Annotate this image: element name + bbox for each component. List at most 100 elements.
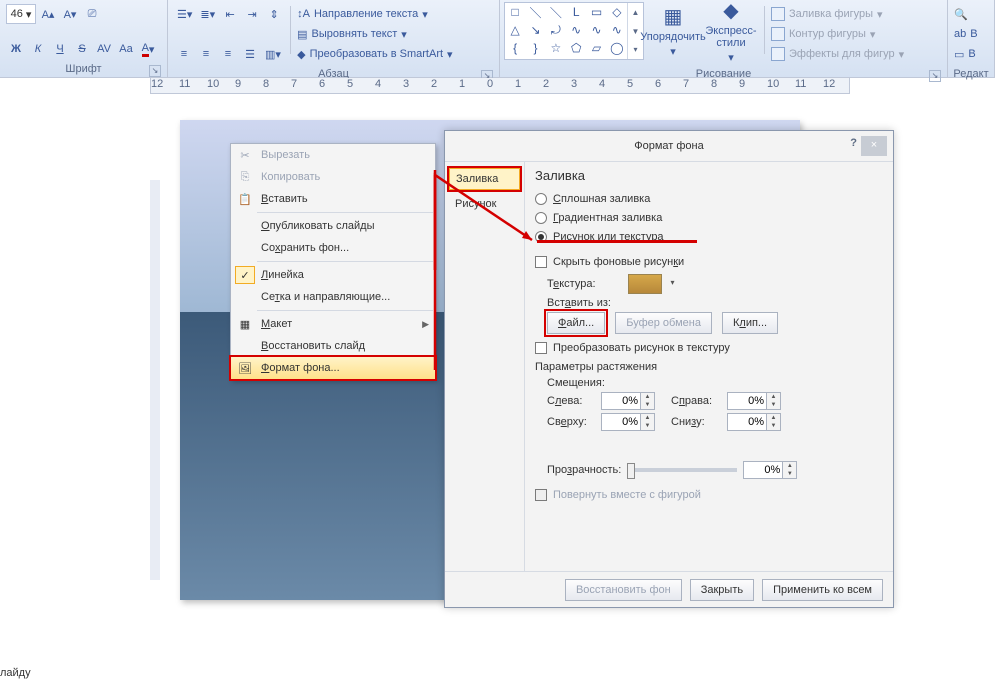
radio-gradient[interactable]: Градиентная заливка — [535, 208, 883, 227]
cm-grid[interactable]: Сетка и направляющие... — [231, 286, 435, 308]
check-icon: ✓ — [235, 266, 255, 284]
ribbon: 46 ▾ A▴ A▾ ⎚ Ж К Ч S AV Aa A▾ Шрифт↘ — [0, 0, 995, 78]
help-button[interactable]: ? — [850, 137, 857, 149]
text-direction-button[interactable]: ↕AНаправление текста ▾ — [297, 4, 452, 24]
shape-fill-button[interactable]: Заливка фигуры ▾ — [771, 4, 904, 24]
dialog-footer: Восстановить фон Закрыть Применить ко вс… — [445, 571, 893, 607]
copy-icon: ⎘ — [235, 168, 255, 186]
underline-button[interactable]: Ч — [50, 39, 70, 59]
cm-publish[interactable]: Опубликовать слайды — [231, 215, 435, 237]
font-color-button[interactable]: A▾ — [138, 39, 158, 59]
cm-paste[interactable]: 📋Вставить — [231, 188, 435, 210]
footer-text: лайду — [0, 667, 31, 679]
ribbon-group-paragraph: ☰▾ ≣▾ ⇤ ⇥ ⇕ ≡ ≡ ≡ ☰ ▥▾ ↕AНаправление тек… — [168, 0, 500, 77]
insert-from-label: Вставить из: — [547, 297, 883, 309]
justify-button[interactable]: ☰ — [240, 44, 260, 64]
align-text-button[interactable]: ▤Выровнять текст ▾ — [297, 24, 452, 44]
font-dialog-launcher[interactable]: ↘ — [149, 65, 161, 77]
apply-all-button[interactable]: Применить ко всем — [762, 579, 883, 601]
fill-icon — [771, 7, 785, 21]
bold-button[interactable]: Ж — [6, 39, 26, 59]
cm-restore[interactable]: Восстановить слайд — [231, 335, 435, 357]
reset-button[interactable]: Восстановить фон — [565, 579, 682, 601]
separator — [257, 310, 433, 311]
format-bg-icon: 🖼 — [235, 359, 255, 377]
quick-styles-button[interactable]: ◆Экспресс-стили▾ — [702, 2, 760, 60]
clipboard-button: Буфер обмена — [615, 312, 712, 334]
columns-button[interactable]: ▥▾ — [262, 44, 284, 64]
draw-dialog-launcher[interactable]: ↘ — [929, 70, 941, 82]
check-tile[interactable]: Преобразовать рисунок в текстуру — [535, 338, 883, 357]
shape-outline-button[interactable]: Контур фигуры ▾ — [771, 24, 904, 44]
texture-picker[interactable] — [628, 274, 662, 294]
cm-ruler[interactable]: ✓Линейка — [231, 264, 435, 286]
group-label-font: Шрифт↘ — [4, 61, 163, 77]
check-hide-bg[interactable]: Скрыть фоновые рисунки — [535, 252, 883, 271]
clipart-button[interactable]: Клип... — [722, 312, 778, 334]
italic-button[interactable]: К — [28, 39, 48, 59]
smartart-button[interactable]: ◆Преобразовать в SmartArt ▾ — [297, 44, 452, 64]
bullets-button[interactable]: ☰▾ — [174, 4, 195, 24]
replace-button[interactable]: abВ — [954, 24, 978, 44]
dialog-nav: Заливка Рисунок — [445, 162, 525, 571]
find-button[interactable]: 🔍 — [954, 4, 978, 24]
align-left-button[interactable]: ≡ — [174, 44, 194, 64]
text-direction-icon: ↕A — [297, 8, 310, 20]
smartart-icon: ◆ — [297, 48, 305, 61]
close-dialog-button[interactable]: Закрыть — [690, 579, 754, 601]
close-button[interactable]: × — [861, 136, 887, 156]
offset-right[interactable]: ▲▼ — [727, 392, 781, 410]
align-center-button[interactable]: ≡ — [196, 44, 216, 64]
cm-save-bg[interactable]: Сохранить фон... — [231, 237, 435, 259]
radio-picture[interactable]: Рисунок или текстура — [535, 227, 883, 246]
shape-effects-button[interactable]: Эффекты для фигур ▾ — [771, 44, 904, 64]
radio-solid[interactable]: Сплошная заливка — [535, 189, 883, 208]
horizontal-ruler[interactable]: 1211109876543210123456789101112 — [150, 78, 850, 94]
shrink-font-button[interactable]: A▾ — [60, 4, 80, 24]
offset-left[interactable]: ▲▼ — [601, 392, 655, 410]
gallery-more[interactable]: ▾ — [627, 40, 643, 59]
ribbon-group-font: 46 ▾ A▴ A▾ ⎚ Ж К Ч S AV Aa A▾ Шрифт↘ — [0, 0, 168, 77]
ribbon-group-edit: 🔍 abВ ▭В Редакт — [948, 0, 995, 77]
strike-button[interactable]: S — [72, 39, 92, 59]
cm-format-bg[interactable]: 🖼Формат фона... — [230, 356, 436, 380]
select-button[interactable]: ▭В — [954, 44, 978, 64]
arrange-icon: ▦ — [664, 4, 683, 29]
layout-icon: ▦ — [235, 315, 255, 333]
offset-bottom[interactable]: ▲▼ — [727, 413, 781, 431]
find-icon: 🔍 — [954, 8, 968, 21]
replace-icon: ab — [954, 28, 966, 40]
nav-picture[interactable]: Рисунок — [449, 194, 520, 214]
cut-icon: ✂ — [235, 146, 255, 164]
quick-styles-icon: ◆ — [723, 0, 738, 23]
cm-copy: ⎘Копировать — [231, 166, 435, 188]
transparency-slider[interactable] — [627, 468, 737, 472]
gallery-up[interactable]: ▲ — [627, 3, 643, 22]
case-button[interactable]: Aa — [116, 39, 136, 59]
separator — [257, 261, 433, 262]
cm-layout[interactable]: ▦Макет▶ — [231, 313, 435, 335]
check-rotate: Повернуть вместе с фигурой — [535, 485, 883, 504]
numbering-button[interactable]: ≣▾ — [197, 4, 218, 24]
transparency-spin[interactable]: ▲▼ — [743, 461, 797, 479]
ribbon-group-drawing: □＼＼L▭◇ △↘⤾∿∿∿ {}☆⬠▱◯ ▲▼▾ ▦Упорядочить▾ ◆… — [500, 0, 948, 77]
arrange-button[interactable]: ▦Упорядочить▾ — [644, 2, 702, 60]
nav-fill[interactable]: Заливка — [449, 168, 520, 190]
outdent-button[interactable]: ⇤ — [220, 4, 240, 24]
linespace-button[interactable]: ⇕ — [264, 4, 284, 24]
indent-button[interactable]: ⇥ — [242, 4, 262, 24]
outline-icon — [771, 27, 785, 41]
clear-format-button[interactable]: ⎚ — [82, 4, 102, 24]
format-background-dialog: Формат фона ? × Заливка Рисунок Заливка … — [444, 130, 894, 608]
file-button[interactable]: Файл... — [547, 312, 605, 334]
align-text-icon: ▤ — [297, 28, 307, 41]
separator — [764, 6, 765, 54]
grow-font-button[interactable]: A▴ — [38, 4, 58, 24]
offset-top[interactable]: ▲▼ — [601, 413, 655, 431]
font-size-select[interactable]: 46 ▾ — [6, 4, 36, 24]
charspacing-button[interactable]: AV — [94, 39, 114, 59]
shapes-gallery[interactable]: □＼＼L▭◇ △↘⤾∿∿∿ {}☆⬠▱◯ ▲▼▾ — [504, 2, 644, 60]
dialog-pane: Заливка Сплошная заливка Градиентная зал… — [525, 162, 893, 571]
effects-icon — [771, 47, 785, 61]
align-right-button[interactable]: ≡ — [218, 44, 238, 64]
